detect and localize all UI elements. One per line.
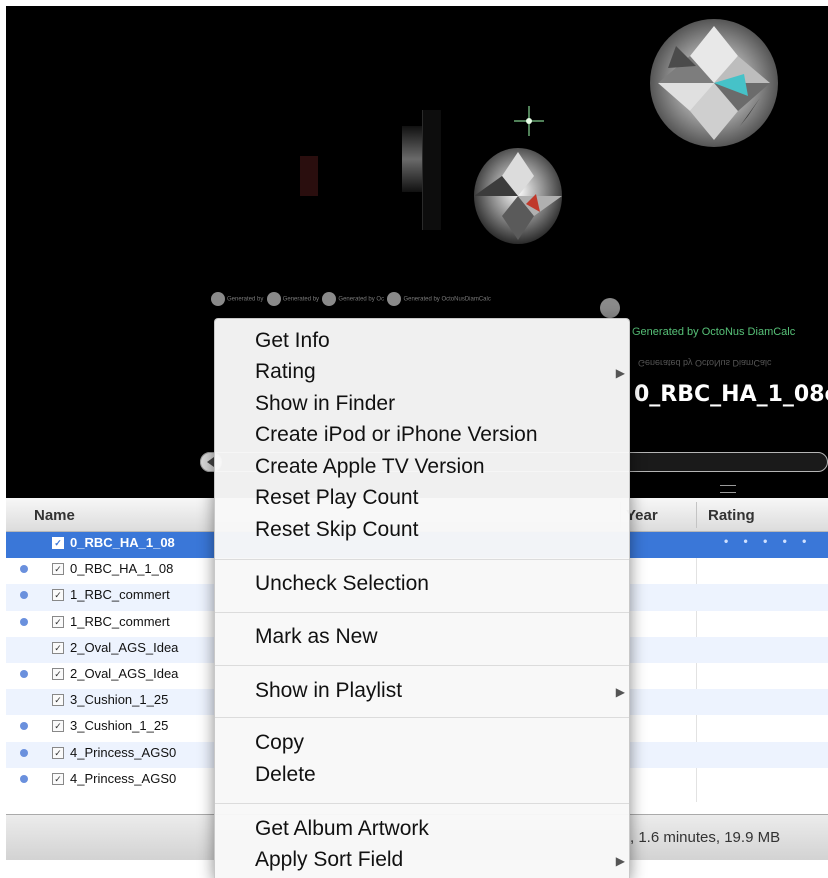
row-name: 2_Oval_AGS_Idea [70,666,179,681]
menu-item-reset-skip-count[interactable]: Reset Skip Count [255,518,418,542]
row-checkbox[interactable]: ✓ [52,563,64,576]
artwork-caption: Generated by OctoNus DiamCalc [632,326,796,338]
submenu-arrow-icon: ▶ [615,685,625,699]
menu-item-show-in-finder[interactable]: Show in Finder [255,392,395,416]
menu-separator [215,612,629,613]
itunes-window: Generated by Generated by Generated by O… [0,0,828,878]
row-name: 3_Cushion_1_25 [70,692,169,708]
sparkle-icon [514,106,544,136]
menu-separator [215,803,629,804]
rating-dots[interactable]: • • • • • [724,534,812,548]
row-checkbox[interactable]: ✓ [52,537,64,549]
row-name: 1_RBC_commert [70,613,170,629]
octonus-logo-icon [600,298,620,318]
menu-item-rating[interactable]: Rating ▶ [255,360,625,384]
octonus-logo-icon [387,292,402,306]
row-name: 0_RBC_HA_1_08 [70,561,174,577]
menu-item-get-info[interactable]: Get Info [255,329,330,353]
row-checkbox[interactable]: ✓ [52,641,64,654]
row-name: 4_Princess_AGS0 [70,744,177,760]
menu-item-apply-sort-field[interactable]: Apply Sort Field ▶ [255,848,625,872]
row-checkbox[interactable]: ✓ [52,772,64,785]
menu-item-label: Apply Sort Field [255,848,404,871]
row-checkbox[interactable]: ✓ [52,694,64,707]
submenu-arrow-icon: ▶ [615,366,625,380]
unplayed-dot-icon [20,748,28,757]
octonus-logo-icon [322,292,337,306]
diamond-image-large [650,19,778,147]
menu-item-mark-as-new[interactable]: Mark as New [255,625,378,649]
coverflow-title: 0_RBC_HA_1_08ct [634,382,828,407]
row-checkbox[interactable]: ✓ [52,668,64,680]
unplayed-dot-icon [20,774,28,783]
menu-separator [215,717,629,718]
unplayed-dot-icon [20,565,28,574]
unplayed-dot-icon [20,591,28,600]
unplayed-dot-icon [20,722,28,731]
menu-item-reset-play-count[interactable]: Reset Play Count [255,486,418,510]
octonus-logo-icon [266,292,281,306]
row-name: 1_RBC_commert [70,587,170,603]
coverflow-item-left-2 [402,126,422,192]
row-name: 0_RBC_HA_1_08 [70,535,175,550]
menu-item-label: Show in Playlist [255,679,403,702]
column-header-rating[interactable]: Rating [708,507,755,524]
caption-reflection: Generated by OctoNus DiamCalc [638,358,772,368]
row-checkbox[interactable]: ✓ [52,746,64,759]
unplayed-dot-icon [20,670,28,678]
column-divider [696,502,697,528]
row-name: 2_Oval_AGS_Idea [70,639,179,655]
menu-separator [215,665,629,666]
row-checkbox[interactable]: ✓ [52,615,64,628]
menu-item-show-in-playlist[interactable]: Show in Playlist ▶ [255,679,625,703]
watermark-row: Generated by Generated by Generated by O… [211,292,491,306]
octonus-logo-icon [211,292,225,306]
row-name: 3_Cushion_1_25 [70,718,169,734]
diamond-image-medium [474,148,562,244]
column-header-name[interactable]: Name [34,507,75,524]
menu-item-create-apple-tv-version[interactable]: Create Apple TV Version [255,455,485,479]
context-menu: Get Info Rating ▶ Show in Finder Create … [214,318,630,878]
menu-item-label: Rating [255,360,316,383]
status-summary: , 1.6 minutes, 19.9 MB [630,829,781,846]
row-checkbox[interactable]: ✓ [52,589,64,602]
menu-item-delete[interactable]: Delete [255,763,316,787]
column-header-year[interactable]: Year [626,507,658,524]
menu-item-uncheck-selection[interactable]: Uncheck Selection [255,572,429,596]
submenu-arrow-icon: ▶ [615,854,625,868]
menu-item-create-ipod-version[interactable]: Create iPod or iPhone Version [255,423,538,447]
row-checkbox[interactable]: ✓ [52,720,64,733]
menu-separator [215,559,629,560]
row-name: 4_Princess_AGS0 [70,770,177,786]
resize-grip-icon[interactable] [720,485,736,493]
unplayed-dot-icon [20,617,28,626]
menu-item-copy[interactable]: Copy [255,731,304,755]
menu-item-get-album-artwork[interactable]: Get Album Artwork [255,817,429,841]
coverflow-item-left-1 [300,156,318,196]
coverflow-item-left-3 [422,110,441,230]
